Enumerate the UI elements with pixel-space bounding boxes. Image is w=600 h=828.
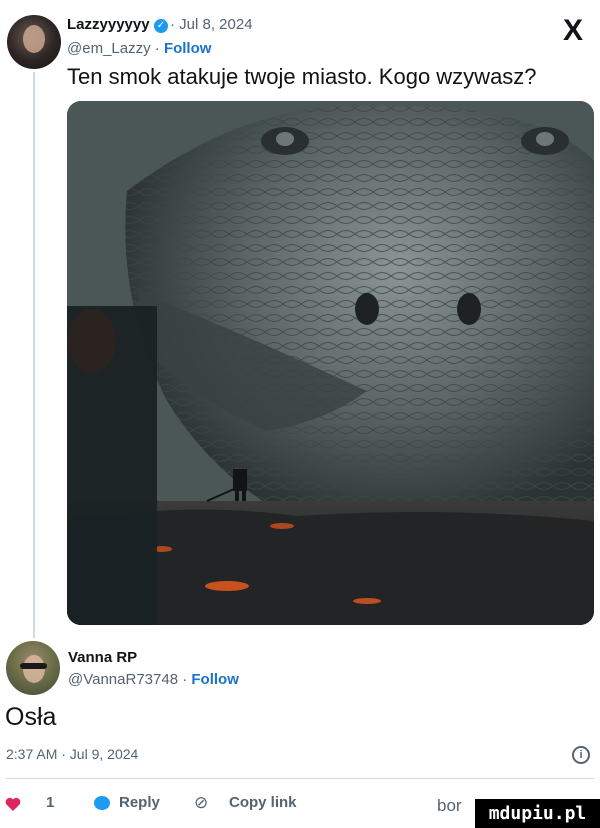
tweet-date[interactable]: · Jul 8, 2024: [170, 16, 253, 33]
avatar-face: [23, 25, 45, 53]
more-replies-link[interactable]: bor: [437, 796, 462, 816]
reply-author-name[interactable]: Vanna RP: [68, 649, 137, 666]
author-handle[interactable]: @em_Lazzy ·: [67, 40, 160, 57]
author-avatar[interactable]: [7, 15, 61, 69]
dragon-illustration: [67, 101, 594, 625]
reply-button[interactable]: Reply: [119, 794, 160, 811]
sunglasses: [20, 663, 47, 669]
copy-link-button[interactable]: Copy link: [229, 794, 297, 811]
follow-button[interactable]: Follow: [164, 40, 212, 57]
link-icon[interactable]: ⊘: [194, 793, 208, 813]
reply-timestamp[interactable]: 2:37 AM · Jul 9, 2024: [6, 746, 138, 762]
divider: [6, 778, 594, 779]
reply-handle[interactable]: @VannaR73748 ·: [68, 671, 187, 688]
verified-icon: ✓: [154, 19, 168, 33]
tweet-text: Ten smok atakuje twoje miasto. Kogo wzyw…: [67, 64, 537, 89]
avatar-face: [23, 655, 45, 683]
reply-bubble-icon[interactable]: [94, 796, 110, 810]
heart-icon[interactable]: [5, 797, 21, 811]
reply-handle-row: @VannaR73748 · Follow: [68, 671, 239, 688]
like-count[interactable]: 1: [46, 794, 54, 811]
author-name[interactable]: Lazzyyyyyy: [67, 16, 150, 33]
watermark: mdupiu.pl: [475, 799, 600, 828]
reply-avatar[interactable]: [6, 641, 60, 695]
x-logo-icon[interactable]: X: [563, 16, 583, 46]
tweet-image[interactable]: [67, 101, 594, 625]
author-handle-row: @em_Lazzy · Follow: [67, 40, 211, 57]
info-icon[interactable]: i: [572, 746, 590, 764]
reply-text: Osła: [5, 703, 57, 731]
reply-follow-button[interactable]: Follow: [191, 671, 239, 688]
thread-line: [33, 72, 35, 638]
